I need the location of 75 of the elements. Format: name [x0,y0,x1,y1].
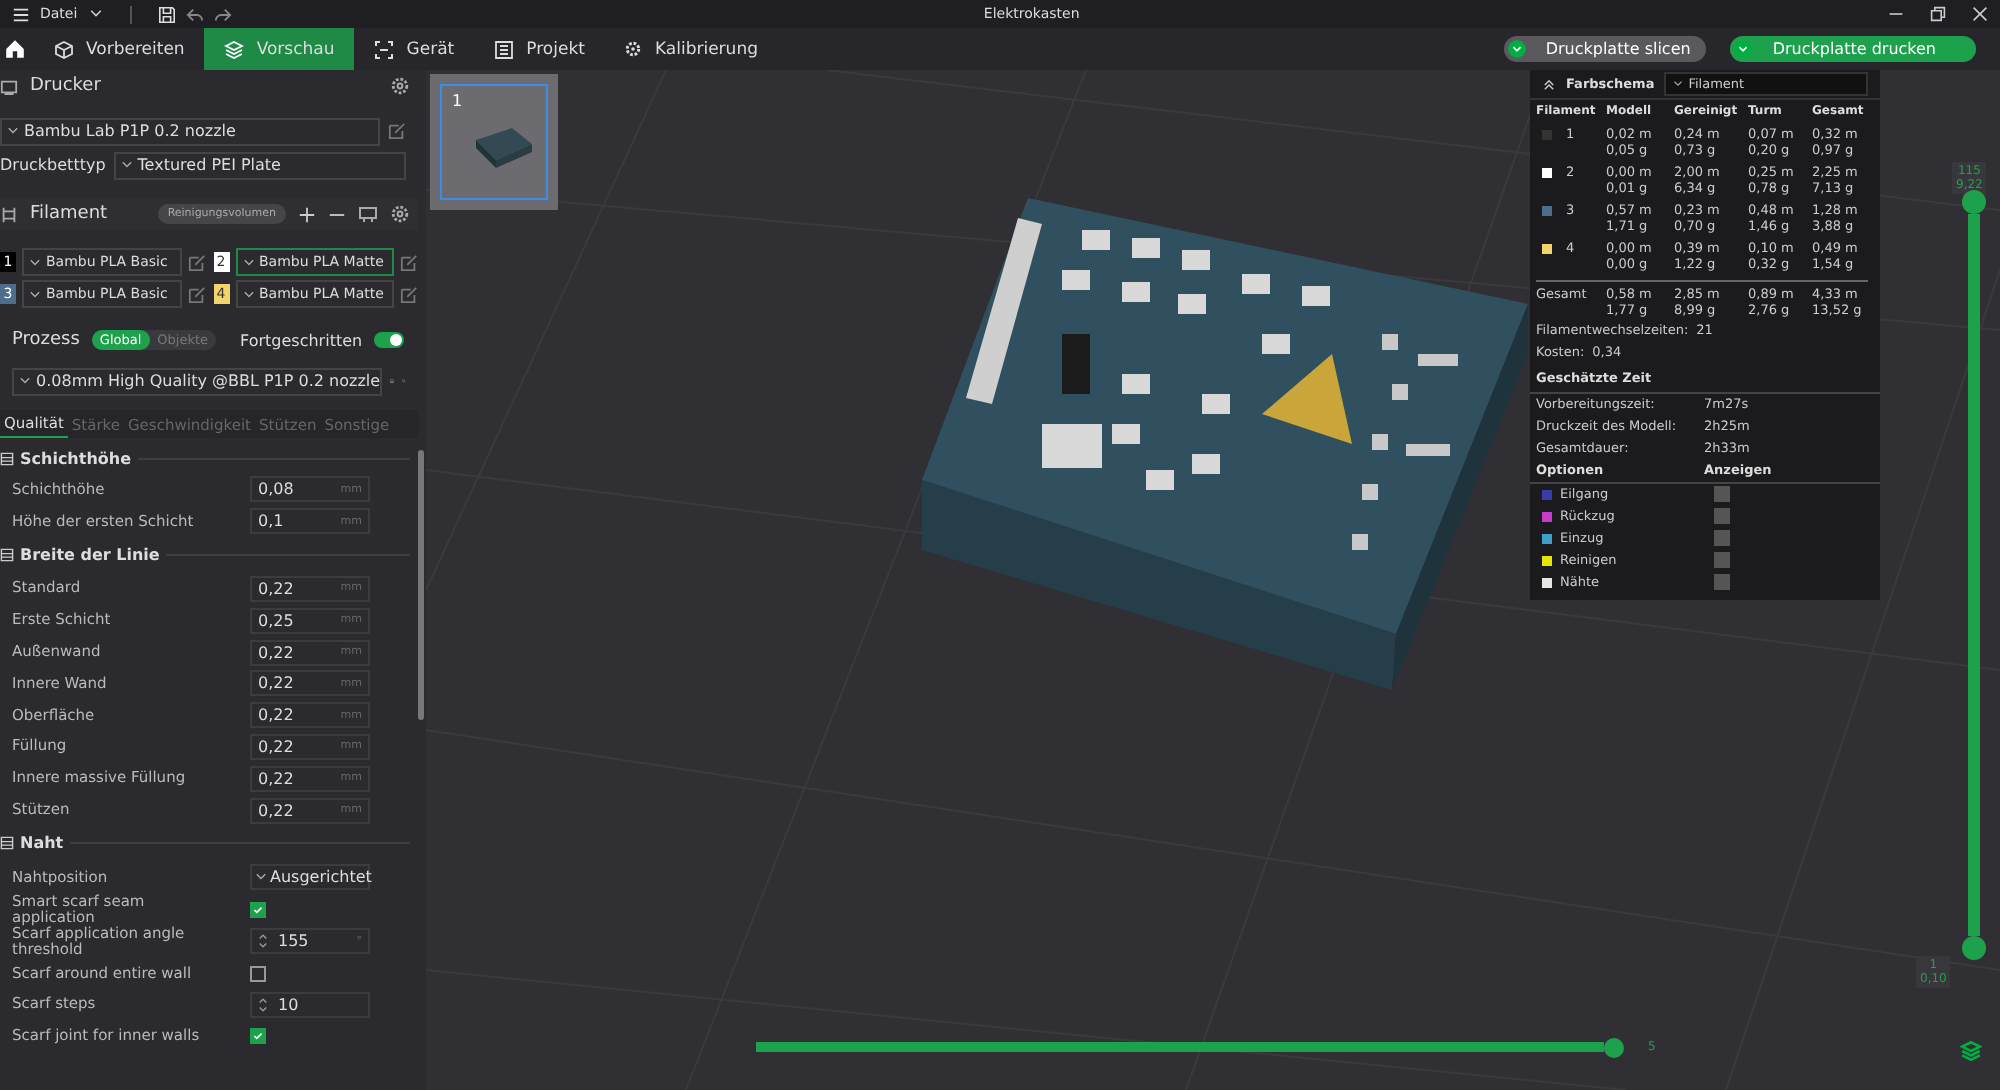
show-checkbox[interactable] [1714,530,1730,546]
gear-icon [624,40,643,58]
edit-icon[interactable] [187,253,205,271]
home-icon[interactable] [4,38,26,60]
plate-thumbnail[interactable]: 1 [430,74,558,210]
section-title: Filament [30,204,108,224]
redo-icon[interactable] [213,5,232,23]
field-label: Druckbetttyp [0,156,106,174]
bed-type-dropdown[interactable]: Textured PEI Plate [113,151,406,179]
caret-icon [254,870,268,885]
menu-icon[interactable] [12,5,30,23]
show-checkbox[interactable] [1714,508,1730,524]
caret-icon [6,124,20,138]
caret-icon [119,158,134,172]
section-icon [0,836,14,851]
section-title: Prozess [12,330,80,350]
caret-icon [18,374,32,388]
checkbox[interactable] [250,901,266,918]
edit-icon[interactable] [187,285,205,303]
spin-field[interactable]: 10 [250,991,370,1018]
caret-icon [28,255,42,269]
spinner-icon[interactable] [258,995,268,1014]
section-icon [0,548,14,563]
main-tab[interactable]: Projekt [474,28,605,70]
caret-icon [241,287,255,301]
edit-icon[interactable] [400,253,418,271]
show-checkbox[interactable] [1714,552,1730,568]
section-title: Drucker [30,76,101,96]
save-icon[interactable] [157,5,176,23]
spool-icon [0,205,18,223]
close-icon[interactable] [1972,6,1988,22]
group-title: Breite der Linie [20,546,160,565]
checkbox[interactable] [250,1028,266,1045]
advanced-switch[interactable] [374,332,405,348]
plus-icon[interactable] [298,205,316,223]
caret-icon [1672,78,1685,90]
main-tab[interactable]: Kalibrierung [604,28,778,70]
slider-handle[interactable] [1962,936,1986,960]
slice-print-button[interactable]: Druckplatte slicen [1503,36,1707,62]
group-title: Naht [20,834,64,853]
edit-icon[interactable] [400,285,418,303]
caret-icon [241,255,255,269]
main-tab[interactable]: Vorbereiten [34,28,205,70]
seam-dropdown[interactable]: Ausgerichtet [250,864,370,891]
scan-icon [374,39,395,59]
printer-dropdown[interactable]: Bambu Lab P1P 0.2 nozzle [0,117,380,145]
layer-slider-track[interactable] [1968,214,1980,936]
caret-icon [1734,40,1753,58]
settings-icon[interactable] [390,204,410,224]
show-checkbox[interactable] [1714,574,1730,590]
caret-icon [1507,40,1526,58]
layers-icon[interactable] [1960,1040,1982,1062]
edit-icon[interactable] [388,122,406,140]
spinner-icon[interactable] [258,932,268,951]
group-title: Schichthöhe [20,450,132,468]
restore-icon[interactable] [1930,6,1946,22]
caret-icon [28,287,42,301]
layers-icon [224,39,245,59]
main-tab[interactable]: Gerät [354,28,475,70]
scrollbar-thumb[interactable] [418,450,424,720]
document-icon [494,39,515,59]
advanced-label: Fortgeschritten [240,331,363,349]
process-dropdown[interactable]: 0.08mm High Quality @BBL P1P 0.2 nozzle [12,367,383,395]
slider-handle[interactable] [1604,1038,1624,1058]
monitor-icon[interactable] [358,204,378,224]
show-checkbox[interactable] [1714,486,1730,502]
section-icon [0,452,14,466]
undo-icon[interactable] [185,5,204,23]
collapse-icon[interactable] [1542,77,1556,91]
caret-icon[interactable] [87,6,104,22]
move-slider-track[interactable] [756,1042,1604,1052]
checkbox[interactable] [250,965,266,982]
slider-handle[interactable] [1962,190,1986,214]
settings-icon[interactable] [390,76,410,96]
cube-icon [54,39,74,59]
